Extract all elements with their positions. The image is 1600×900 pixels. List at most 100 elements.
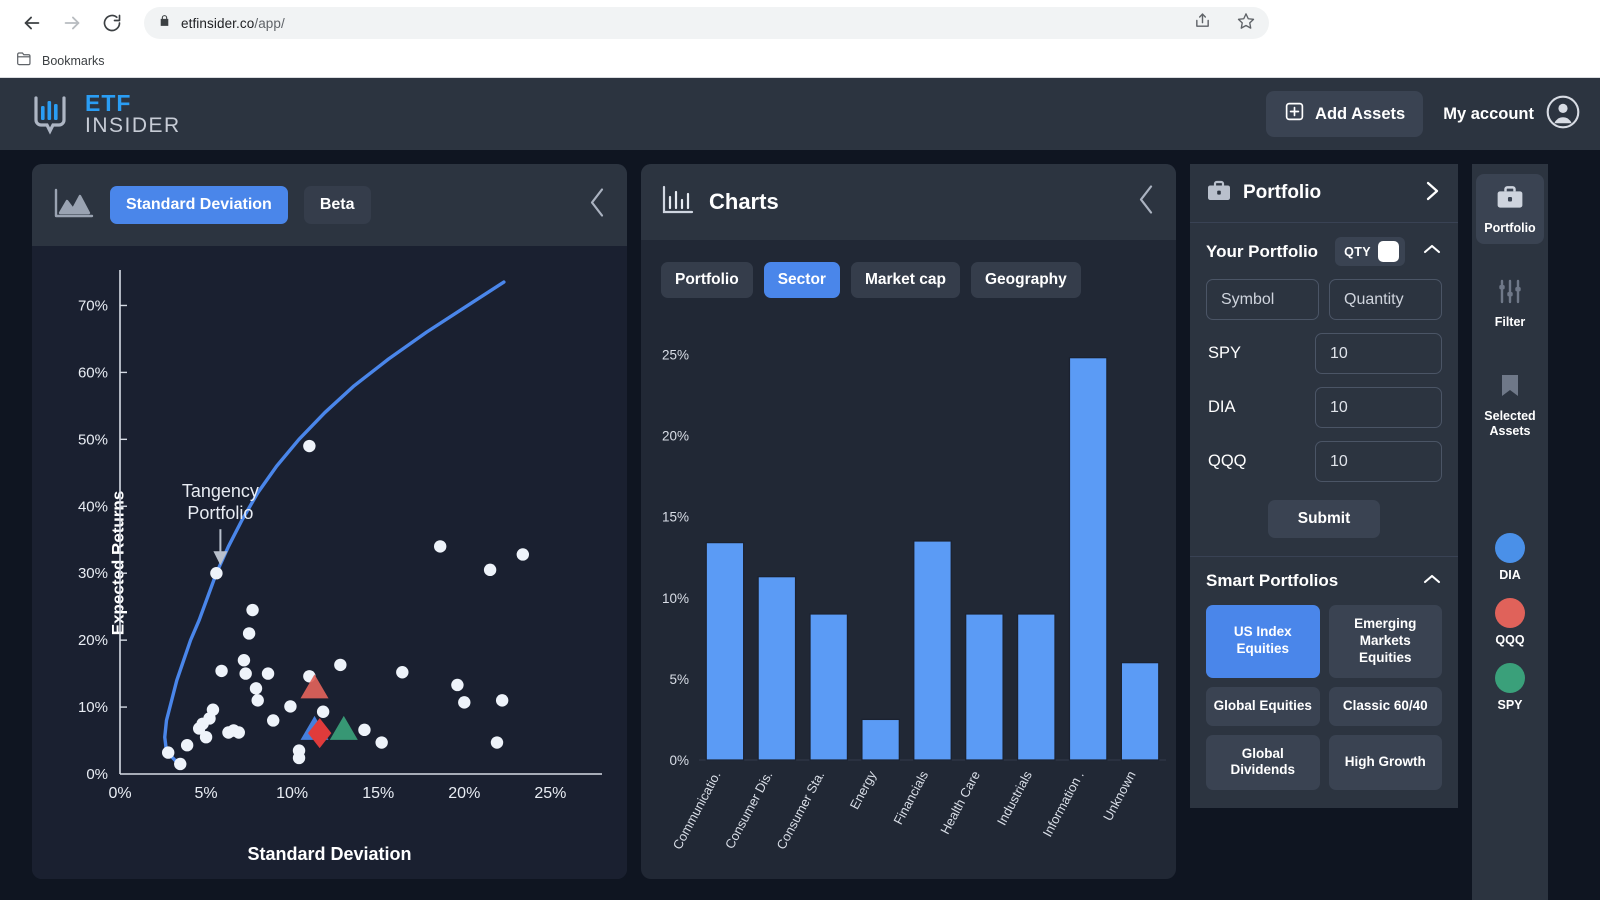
smart-portfolios-section: Smart Portfolios US Index Equities Emerg… <box>1190 556 1458 809</box>
tab-market-cap[interactable]: Market cap <box>850 262 960 298</box>
qty-toggle[interactable]: QTY <box>1335 237 1405 266</box>
workspace: Standard Deviation Beta Expected Returns… <box>0 150 1600 900</box>
forward-arrow-icon[interactable] <box>54 5 90 41</box>
svg-text:Unknown: Unknown <box>1100 768 1139 823</box>
legend-dot-dia <box>1495 533 1525 563</box>
holding-row-spy: SPY 10 <box>1206 333 1442 374</box>
smart-portfolio-us-index-equities[interactable]: US Index Equities <box>1206 605 1320 678</box>
svg-text:Industrials: Industrials <box>994 768 1035 828</box>
brand-logo-block[interactable]: ETF INSIDER <box>28 89 181 138</box>
bookmark-icon <box>1497 372 1523 404</box>
smart-portfolios-collapse-icon[interactable] <box>1422 572 1442 591</box>
bar-chart-area: 0% 5% 10% 15% 20% 25% Communicatio. Consumer Di… <box>641 308 1176 879</box>
tab-sector[interactable]: Sector <box>763 262 840 298</box>
brand-primary: ETF <box>85 89 132 116</box>
holding-symbol-spy: SPY <box>1208 344 1242 362</box>
svg-text:Health Care: Health Care <box>937 768 983 836</box>
smart-portfolio-emerging-markets-equities[interactable]: Emerging Markets Equities <box>1328 605 1442 678</box>
svg-text:40%: 40% <box>78 498 108 515</box>
holding-quantity-spy[interactable]: 10 <box>1315 333 1442 374</box>
risk-panel-header: Standard Deviation Beta <box>32 164 627 246</box>
tab-geography[interactable]: Geography <box>970 262 1081 298</box>
svg-text:50%: 50% <box>78 431 108 448</box>
smart-portfolios-title: Smart Portfolios <box>1206 571 1339 590</box>
portfolio-header[interactable]: Portfolio <box>1190 164 1458 222</box>
holding-quantity-dia[interactable]: 10 <box>1315 387 1442 428</box>
address-bar[interactable]: etfinsider.co/app/ <box>144 7 1269 39</box>
charts-tab-row: Portfolio Sector Market cap Geography <box>641 240 1176 308</box>
plus-square-icon <box>1284 101 1305 127</box>
svg-text:20%: 20% <box>662 429 689 444</box>
legend-label-spy: SPY <box>1497 698 1523 712</box>
bookmarks-label[interactable]: Bookmarks <box>42 54 105 68</box>
your-portfolio-section: Your Portfolio QTY Symbol Quantity SPY 1 <box>1190 222 1458 556</box>
smart-portfolio-high-growth[interactable]: High Growth <box>1328 734 1442 791</box>
svg-text:Information .: Information . <box>1040 768 1087 839</box>
svg-text:30%: 30% <box>78 565 108 582</box>
rail-item-filter[interactable]: Filter <box>1476 268 1544 338</box>
svg-text:Tangency: Tangency <box>182 481 259 501</box>
svg-text:Financials: Financials <box>890 768 931 827</box>
holding-quantity-qqq[interactable]: 10 <box>1315 441 1442 482</box>
star-icon[interactable] <box>1237 12 1255 35</box>
svg-text:20%: 20% <box>448 785 480 802</box>
holding-row-dia: DIA 10 <box>1206 387 1442 428</box>
metric-tab-beta[interactable]: Beta <box>303 186 371 224</box>
svg-text:Communicatio.: Communicatio. <box>670 768 724 852</box>
sliders-icon <box>1496 278 1524 310</box>
rail-label-selected-assets: Selected Assets <box>1484 409 1536 438</box>
smart-portfolio-global-equities[interactable]: Global Equities <box>1206 686 1320 726</box>
tab-portfolio[interactable]: Portfolio <box>661 262 753 298</box>
your-portfolio-collapse-icon[interactable] <box>1422 242 1442 261</box>
svg-text:0%: 0% <box>86 766 108 783</box>
browser-chrome: etfinsider.co/app/ Bookmarks <box>0 0 1600 78</box>
my-account-label: My account <box>1443 104 1534 123</box>
brand-text: ETF INSIDER <box>85 89 181 138</box>
browser-nav-row: etfinsider.co/app/ <box>0 0 1600 46</box>
risk-panel-collapse-icon[interactable] <box>587 186 609 225</box>
smart-portfolio-global-dividends[interactable]: Global Dividends <box>1206 734 1320 791</box>
your-portfolio-label: Your Portfolio <box>1206 241 1319 261</box>
metric-tab-standard-deviation[interactable]: Standard Deviation <box>110 186 288 224</box>
rail-label-portfolio: Portfolio <box>1484 221 1536 235</box>
etf-insider-logo-icon <box>28 92 72 136</box>
add-assets-button[interactable]: Add Assets <box>1266 91 1424 137</box>
submit-button[interactable]: Submit <box>1267 500 1381 538</box>
quantity-input[interactable]: Quantity <box>1329 279 1442 320</box>
lock-icon <box>158 14 171 32</box>
smart-portfolio-grid: US Index Equities Emerging Markets Equit… <box>1206 605 1442 791</box>
svg-text:25%: 25% <box>534 785 566 802</box>
charts-panel-collapse-icon[interactable] <box>1136 183 1158 222</box>
qty-toggle-label: QTY <box>1344 244 1371 259</box>
your-portfolio-head: Your Portfolio QTY <box>1206 237 1442 266</box>
portfolio-column: Portfolio Your Portfolio QTY Symbol Quan… <box>1190 164 1458 900</box>
charts-panel: Charts Portfolio Sector Market cap Geogr… <box>641 164 1176 879</box>
user-avatar-icon <box>1546 95 1580 134</box>
rail-legend: DIA QQQ SPY <box>1495 533 1525 712</box>
rail-item-portfolio[interactable]: Portfolio <box>1476 174 1544 244</box>
legend-label-qqq: QQQ <box>1495 633 1525 647</box>
svg-text:60%: 60% <box>78 364 108 381</box>
svg-text:5%: 5% <box>195 785 218 802</box>
folder-icon <box>16 51 33 71</box>
rail-item-selected-assets[interactable]: Selected Assets <box>1476 362 1544 447</box>
svg-text:Portfolio: Portfolio <box>187 503 253 523</box>
back-arrow-icon[interactable] <box>14 5 50 41</box>
bookmarks-bar: Bookmarks <box>0 46 1600 76</box>
app-root: ETF INSIDER Add Assets My account Standa… <box>0 78 1600 900</box>
svg-text:0%: 0% <box>669 753 689 768</box>
svg-text:20%: 20% <box>78 632 108 649</box>
smart-portfolio-classic-60-40[interactable]: Classic 60/40 <box>1328 686 1442 726</box>
reload-icon[interactable] <box>94 5 130 41</box>
svg-text:0%: 0% <box>108 785 131 802</box>
brand-secondary: INSIDER <box>85 114 181 138</box>
right-rail: Portfolio Filter Selected Assets DIA QQQ… <box>1472 164 1548 900</box>
briefcase-icon <box>1495 184 1525 216</box>
my-account-button[interactable]: My account <box>1443 95 1580 134</box>
legend-item-qqq: QQQ <box>1495 598 1525 647</box>
legend-label-dia: DIA <box>1499 568 1521 582</box>
portfolio-expand-icon[interactable] <box>1422 180 1442 207</box>
symbol-input[interactable]: Symbol <box>1206 279 1319 320</box>
share-icon[interactable] <box>1194 12 1211 34</box>
risk-return-panel: Standard Deviation Beta Expected Returns… <box>32 164 627 879</box>
